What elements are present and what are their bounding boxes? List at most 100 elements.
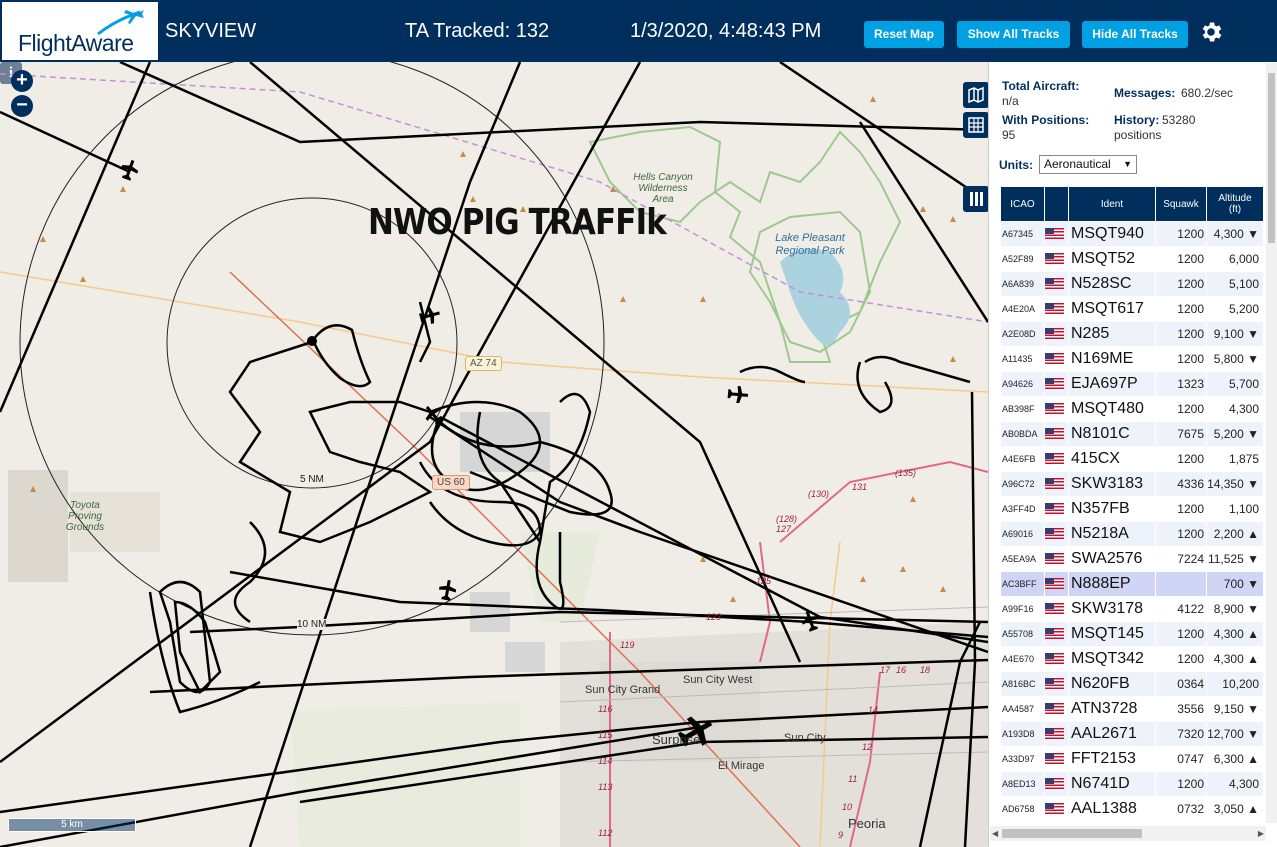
place-label: Sun City: [784, 732, 826, 744]
country-flag-cell: [1045, 272, 1068, 296]
country-flag-cell: [1045, 697, 1068, 721]
table-row[interactable]: A33D97 FFT2153 0747 6,300 ▲: [1001, 746, 1263, 771]
table-row[interactable]: AB0BDA N8101C 7675 5,200 ▼: [1001, 421, 1263, 446]
squawk-cell: 1200: [1156, 397, 1206, 421]
toggle-sidebar-button[interactable]: [963, 186, 988, 212]
country-flag-cell: [1045, 247, 1068, 271]
route-number: (135): [895, 468, 917, 478]
table-row[interactable]: A6A839 N528SC 1200 5,100: [1001, 271, 1263, 296]
ident-cell: SWA2576: [1069, 547, 1155, 571]
route-number: (130): [808, 489, 830, 499]
table-row[interactable]: A193D8 AAL2671 7320 12,700 ▼: [1001, 721, 1263, 746]
country-flag-cell: [1045, 297, 1068, 321]
route-number: 115: [598, 730, 613, 740]
show-all-tracks-button[interactable]: Show All Tracks: [957, 21, 1070, 48]
history-value: 53280 positions: [1114, 113, 1196, 142]
grid-toggle-button[interactable]: [963, 112, 988, 138]
altitude-cell: 5,200 ▼: [1207, 422, 1263, 446]
table-row[interactable]: AB398F MSQT480 1200 4,300: [1001, 396, 1263, 421]
zoom-in-button[interactable]: +: [11, 70, 33, 92]
column-header-altitude[interactable]: Altitude (ft): [1207, 187, 1263, 221]
scrollbar-thumb[interactable]: [1268, 73, 1275, 243]
icao-cell: AD6758: [1001, 797, 1044, 821]
icao-cell: A6A839: [1001, 272, 1044, 296]
table-row[interactable]: A4E20A MSQT617 1200 5,200: [1001, 296, 1263, 321]
table-row[interactable]: A99F16 SKW3178 4122 8,900 ▼: [1001, 596, 1263, 621]
country-flag-cell: [1045, 372, 1068, 396]
table-row[interactable]: A94626 EJA697P 1323 5,700: [1001, 371, 1263, 396]
table-header: ICAO Ident Squawk Altitude (ft): [1001, 187, 1263, 221]
gear-icon[interactable]: [1198, 19, 1224, 45]
scrollbar-thumb[interactable]: [1002, 829, 1142, 838]
table-row[interactable]: AA4587 ATN3728 3556 9,150 ▼: [1001, 696, 1263, 721]
column-header-squawk[interactable]: Squawk: [1156, 187, 1206, 221]
country-flag-cell: [1045, 722, 1068, 746]
route-number: 119: [620, 640, 635, 650]
altitude-cell: 8,900 ▼: [1207, 597, 1263, 621]
map-view[interactable]: NWO PIG TRAFFIk Hells Canyon Wilderness …: [0, 62, 988, 847]
road-shield: AZ 74: [465, 356, 502, 371]
map-icon: [968, 86, 984, 104]
column-header-icao[interactable]: ICAO: [1001, 187, 1044, 221]
icao-cell: AA4587: [1001, 697, 1044, 721]
table-row[interactable]: AD6758 AAL1388 0732 3,050 ▲: [1001, 796, 1263, 821]
ident-cell: FFT2153: [1069, 747, 1155, 771]
table-row[interactable]: A67345 MSQT940 1200 4,300 ▼: [1001, 221, 1263, 246]
table-row[interactable]: A2E08D N285 1200 9,100 ▼: [1001, 321, 1263, 346]
table-row[interactable]: A4E670 MSQT342 1200 4,300 ▲: [1001, 646, 1263, 671]
table-row[interactable]: A69016 N5218A 1200 2,200 ▲: [1001, 521, 1263, 546]
map-layer-button[interactable]: [963, 82, 988, 108]
squawk-cell: 1200: [1156, 622, 1206, 646]
squawk-cell: 1200: [1156, 222, 1206, 246]
hide-all-tracks-button[interactable]: Hide All Tracks: [1082, 21, 1188, 48]
table-row[interactable]: A55708 MSQT145 1200 4,300 ▲: [1001, 621, 1263, 646]
map-canvas: [0, 62, 988, 847]
country-flag-cell: [1045, 772, 1068, 796]
route-number: 112: [598, 828, 613, 838]
us-flag-icon: [1045, 353, 1064, 364]
table-row[interactable]: A52F89 MSQT52 1200 6,000: [1001, 246, 1263, 271]
reset-map-button[interactable]: Reset Map: [864, 21, 944, 48]
units-selected-value: Aeronautical: [1044, 157, 1111, 171]
ident-cell: N169ME: [1069, 347, 1155, 371]
country-flag-cell: [1045, 622, 1068, 646]
squawk-cell: 1200: [1156, 347, 1206, 371]
us-flag-icon: [1045, 803, 1064, 814]
icao-cell: A4E670: [1001, 647, 1044, 671]
table-row[interactable]: A4E6FB 415CX 1200 1,875: [1001, 446, 1263, 471]
altitude-cell: 3,050 ▲: [1207, 797, 1263, 821]
icao-cell: A4E6FB: [1001, 447, 1044, 471]
squawk-cell: 1200: [1156, 272, 1206, 296]
table-row[interactable]: AC3BFF N888EP 700 ▼: [1001, 571, 1263, 596]
vertical-scrollbar[interactable]: [1266, 63, 1277, 823]
altitude-cell: 4,300: [1207, 397, 1263, 421]
us-flag-icon: [1045, 753, 1064, 764]
route-number: 16: [896, 665, 907, 675]
squawk-cell: [1156, 572, 1206, 596]
country-flag-cell: [1045, 747, 1068, 771]
table-row[interactable]: A11435 N169ME 1200 5,800 ▼: [1001, 346, 1263, 371]
route-number: 113: [598, 782, 613, 792]
us-flag-icon: [1045, 478, 1064, 489]
units-select[interactable]: Aeronautical ▼: [1039, 155, 1137, 174]
place-label: El Mirage: [718, 760, 765, 772]
squawk-cell: 7320: [1156, 722, 1206, 746]
scroll-left-icon[interactable]: ◀: [992, 829, 998, 838]
country-flag-cell: [1045, 797, 1068, 821]
table-row[interactable]: A96C72 SKW3183 4336 14,350 ▼: [1001, 471, 1263, 496]
horizontal-scrollbar[interactable]: ◀ ▶: [990, 826, 1266, 841]
table-row[interactable]: A816BC N620FB 0364 10,200: [1001, 671, 1263, 696]
column-header-flag[interactable]: [1045, 187, 1068, 221]
zoom-out-button[interactable]: −: [11, 95, 33, 117]
column-header-ident[interactable]: Ident: [1069, 187, 1155, 221]
country-flag-cell: [1045, 672, 1068, 696]
table-row[interactable]: A8ED13 N6741D 1200 4,300: [1001, 771, 1263, 796]
icao-cell: A69016: [1001, 522, 1044, 546]
scroll-right-icon[interactable]: ▶: [1258, 829, 1264, 838]
us-flag-icon: [1045, 453, 1064, 464]
place-label: Hells Canyon Wilderness Area: [633, 172, 693, 205]
table-row[interactable]: A3FF4D N357FB 1200 1,100: [1001, 496, 1263, 521]
table-row[interactable]: A5EA9A SWA2576 7224 11,525 ▼: [1001, 546, 1263, 571]
flightaware-logo[interactable]: FlightAware: [0, 0, 160, 62]
us-flag-icon: [1045, 378, 1064, 389]
